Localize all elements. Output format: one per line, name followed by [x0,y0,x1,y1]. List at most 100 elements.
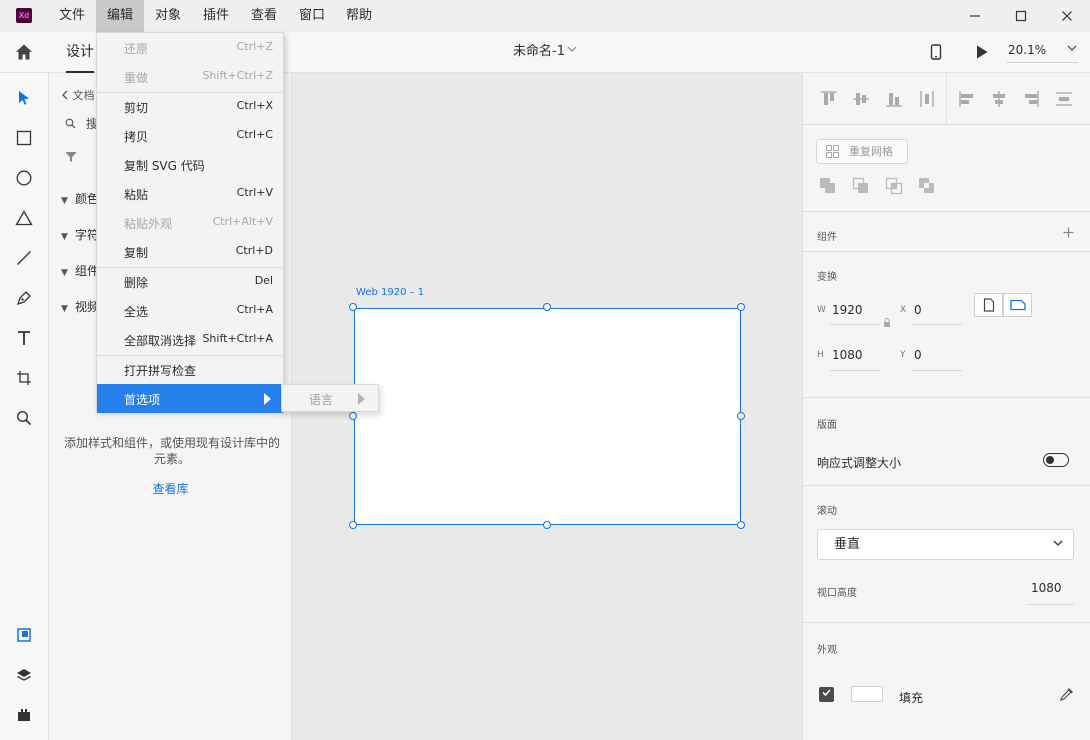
zoom-chevron-down-icon[interactable] [1067,44,1077,55]
close-button[interactable] [1044,0,1090,32]
library-search[interactable]: 搜 [65,115,98,132]
resize-handle-right[interactable] [737,412,745,420]
menu-object[interactable]: 对象 [146,0,190,32]
section-character-styles[interactable]: ▼ 字符 [61,226,99,243]
artboard-tool[interactable] [12,366,36,390]
fill-color-swatch[interactable] [851,686,883,702]
responsive-resize-toggle[interactable] [1043,453,1069,467]
menu-item-redo[interactable]: 重做 Shift+Ctrl+Z [97,62,283,91]
maximize-button[interactable] [998,0,1044,32]
align-top-icon[interactable] [819,89,839,109]
resize-handle-bottom[interactable] [543,521,551,529]
viewport-height-field[interactable]: 1080 [1031,581,1062,595]
artboard-label[interactable]: Web 1920 – 1 [356,287,424,298]
zoom-tool[interactable] [12,406,36,430]
tab-design[interactable]: 设计 [66,32,94,73]
repeat-grid-button[interactable]: 重复网格 [816,139,908,164]
chevron-down-icon[interactable] [567,45,577,56]
polygon-tool[interactable] [12,206,36,230]
menu-window[interactable]: 窗口 [290,0,334,32]
width-field[interactable]: 1920 [832,303,863,317]
distribute-horizontal-icon[interactable] [917,89,937,109]
pen-tool[interactable] [12,286,36,310]
line-icon [17,251,31,265]
ellipse-tool[interactable] [12,166,36,190]
menu-item-shortcut: Ctrl+D [235,244,273,257]
x-label: X [900,305,907,315]
libraries-panel-button[interactable] [12,623,36,647]
x-field[interactable]: 0 [914,303,922,317]
align-center-icon[interactable] [989,89,1009,109]
menu-item-preferences[interactable]: 首选项 [97,384,283,413]
menu-edit[interactable]: 编辑 [96,0,144,32]
chevron-down-icon [1053,530,1063,559]
menu-item-duplicate[interactable]: 复制 Ctrl+D [97,237,283,266]
menu-item-copy-svg[interactable]: 复制 SVG 代码 [97,150,283,179]
select-tool[interactable] [12,86,36,110]
lock-aspect-button[interactable] [883,318,891,330]
resize-handle-top-right[interactable] [737,303,745,311]
section-video[interactable]: ▼ 视频 [61,298,99,315]
section-colors[interactable]: ▼ 颜色 [61,190,99,207]
subtract-icon[interactable] [852,177,870,195]
scroll-title: 滚动 [817,506,837,517]
menu-item-undo[interactable]: 还原 Ctrl+Z [97,33,283,62]
align-right-icon[interactable] [1021,89,1041,109]
menu-item-paste-appearance[interactable]: 粘贴外观 Ctrl+Alt+V [97,208,283,237]
intersect-icon[interactable] [885,177,903,195]
layers-panel-button[interactable] [12,663,36,687]
menu-file[interactable]: 文件 [50,0,94,32]
add-component-button[interactable] [1063,223,1074,242]
resize-handle-left[interactable] [349,412,357,420]
minimize-button[interactable] [952,0,998,32]
menu-item-deselect-all[interactable]: 全部取消选择 Shift+Ctrl+A [97,325,283,354]
filter-button[interactable] [65,151,77,166]
menu-item-paste[interactable]: 粘贴 Ctrl+V [97,179,283,208]
menu-item-shortcut: Ctrl+X [236,99,273,112]
align-bottom-icon[interactable] [884,89,904,109]
eyedropper-button[interactable] [1059,686,1075,705]
document-title[interactable]: 未命名-1 [513,32,565,73]
menu-item-label: 删除 [124,276,149,290]
plugins-panel-button[interactable] [12,703,36,727]
device-preview-button[interactable] [930,44,942,63]
edit-menu-dropdown: 还原 Ctrl+Z 重做 Shift+Ctrl+Z 剪切 Ctrl+X 拷贝 Ctrl+… [96,32,284,413]
preview-play-button[interactable] [975,44,989,63]
menu-item-select-all[interactable]: 全选 Ctrl+A [97,296,283,325]
height-field[interactable]: 1080 [832,348,863,362]
distribute-vertical-icon[interactable] [1054,89,1074,109]
submenu-item-language[interactable]: 语言 [309,391,333,408]
appearance-section: 外观 填充 [803,622,1090,740]
menu-help[interactable]: 帮助 [337,0,381,32]
text-tool[interactable] [12,326,36,350]
home-button[interactable] [14,42,34,62]
resize-handle-top-left[interactable] [349,303,357,311]
property-inspector: 重复网格 组件 变换 W 1920 H 1080 X 0 Y 0 版面 响应式调… [802,73,1090,740]
menu-item-spell-check[interactable]: 打开拼写检查 [97,355,283,384]
resize-handle-top[interactable] [543,303,551,311]
view-library-link[interactable]: 查看库 [49,480,292,497]
rectangle-tool[interactable] [12,126,36,150]
align-middle-icon[interactable] [851,89,871,109]
library-back-button[interactable]: 文档 [61,87,95,103]
line-tool[interactable] [12,246,36,270]
add-union-icon[interactable] [819,177,837,195]
menu-item-cut[interactable]: 剪切 Ctrl+X [97,92,283,121]
scroll-type-select[interactable]: 垂直 [817,529,1074,560]
resize-handle-bottom-right[interactable] [737,521,745,529]
portrait-button[interactable] [974,293,1003,317]
zoom-level[interactable]: 20.1% [1008,43,1046,57]
menu-item-delete[interactable]: 删除 Del [97,267,283,296]
section-components[interactable]: ▼ 组件 [61,262,99,279]
resize-handle-bottom-left[interactable] [349,521,357,529]
align-left-icon[interactable] [957,89,977,109]
landscape-button[interactable] [1003,293,1032,317]
menu-view[interactable]: 查看 [242,0,286,32]
exclude-overlap-icon[interactable] [918,177,936,195]
artboard[interactable] [354,308,741,525]
fill-checkbox[interactable] [819,687,834,702]
scroll-type-value: 垂直 [834,537,861,552]
menu-item-copy[interactable]: 拷贝 Ctrl+C [97,121,283,150]
y-field[interactable]: 0 [914,348,922,362]
menu-plugins[interactable]: 插件 [194,0,238,32]
